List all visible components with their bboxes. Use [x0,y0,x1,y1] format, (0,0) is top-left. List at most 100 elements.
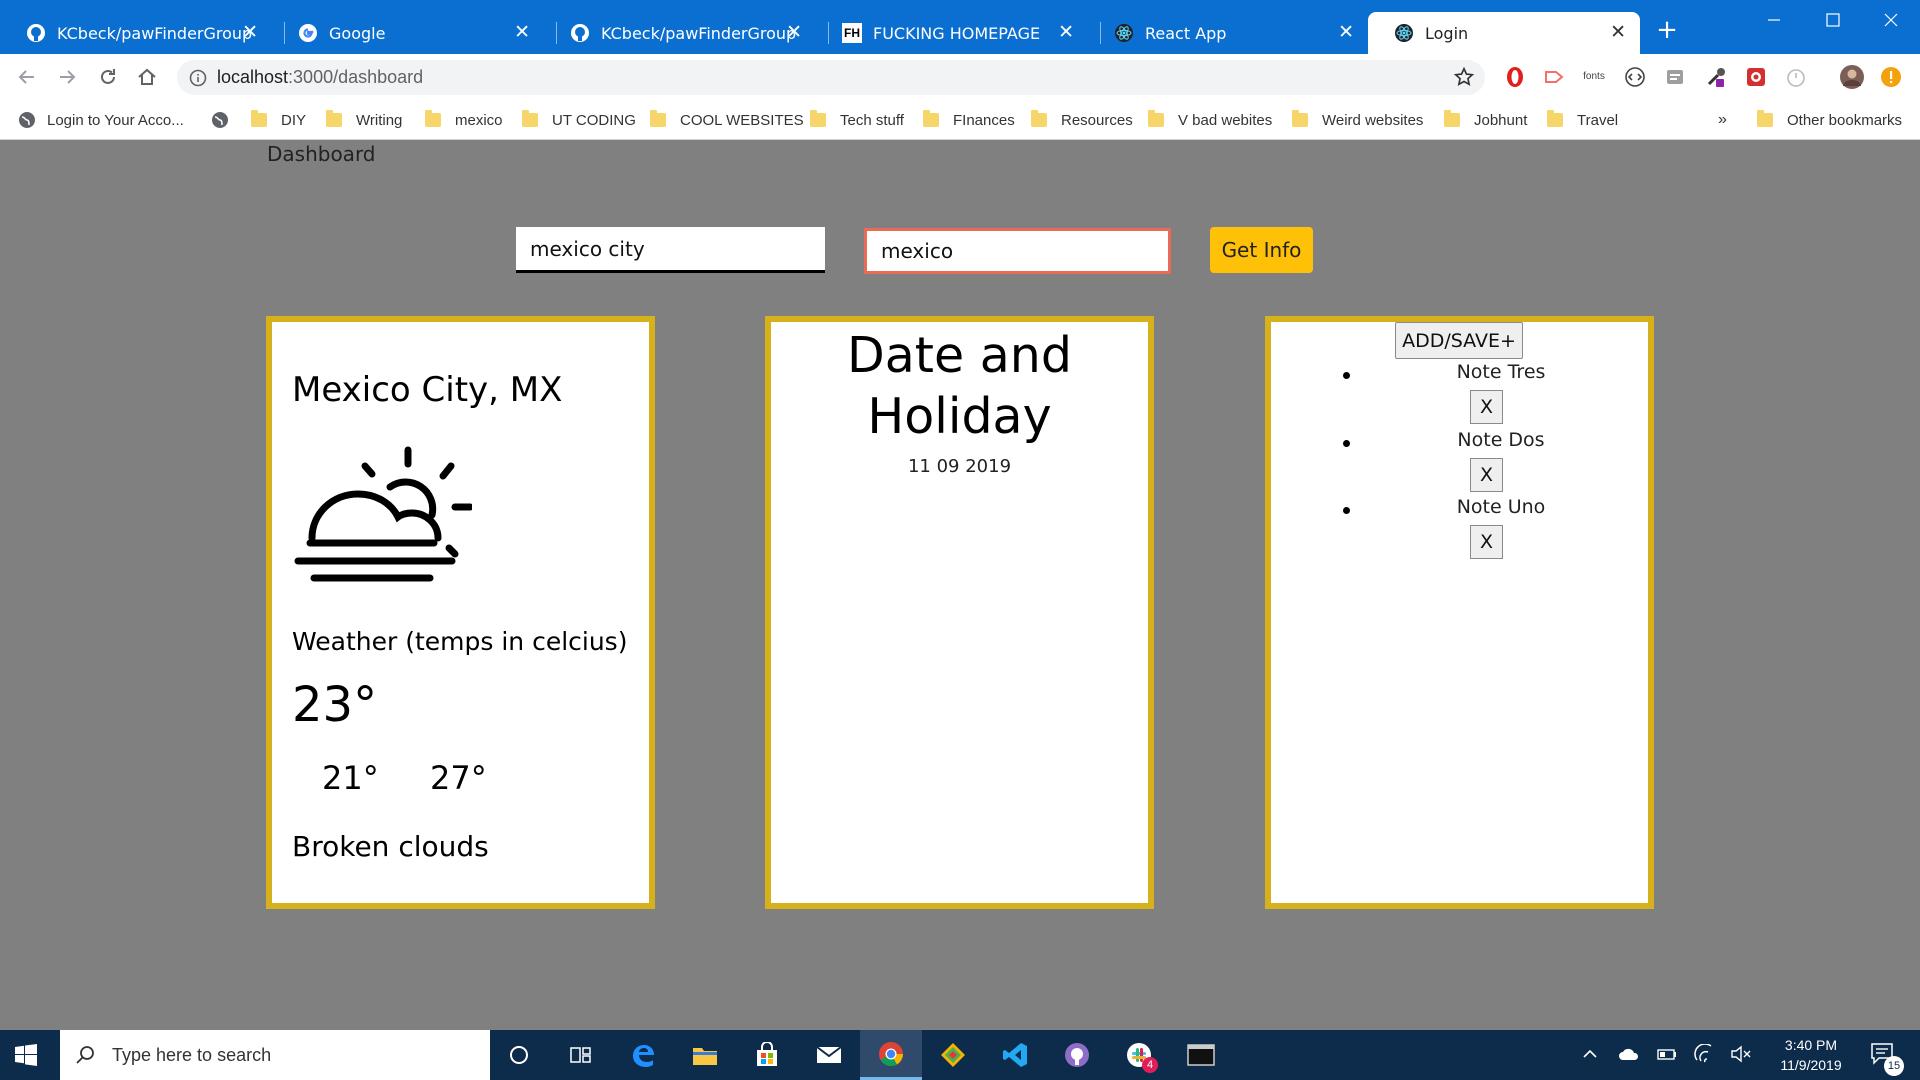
folder-icon [425,110,441,127]
battery-icon[interactable] [1656,1044,1678,1064]
notification-count-badge: 15 [1884,1056,1904,1076]
bookmark-label: V bad webites [1178,111,1273,129]
tab-close-icon[interactable]: ✕ [1338,22,1354,42]
new-tab-button[interactable]: + [1655,17,1679,43]
bookmark-folder-weird-websites[interactable]: Weird websites [1292,109,1423,131]
opera-extension-icon[interactable] [1504,66,1526,88]
git-diamond-icon [941,1043,965,1067]
tab-fucking-homepage[interactable]: FH FUCKING HOMEPAGE ✕ [816,12,1088,54]
list-item: Note Dos X [1271,429,1648,497]
tab-title: FUCKING HOMEPAGE [873,23,1041,43]
bookmarks-overflow-chevron-icon[interactable]: » [1718,109,1727,131]
maximize-icon[interactable] [1821,8,1845,32]
home-icon[interactable] [135,65,159,89]
note-text: Note Dos [1457,429,1545,451]
delete-note-button[interactable]: X [1470,525,1503,559]
taskbar-store[interactable] [736,1030,798,1080]
address-bar[interactable]: localhost:3000/dashboard [177,60,1485,95]
minimize-icon[interactable] [1762,8,1786,32]
date-holiday-title: Date and Holiday [847,327,1072,445]
bookmark-folder-finances[interactable]: FInances [923,109,1015,131]
bookmark-folder-mexico[interactable]: mexico [425,109,503,131]
task-view-button[interactable] [550,1030,612,1080]
info-icon[interactable] [189,69,207,87]
tab-close-icon[interactable]: ✕ [242,22,258,42]
taskbar-github-desktop[interactable] [1046,1030,1108,1080]
volume-muted-icon[interactable] [1730,1044,1752,1064]
bookmark-folder-resources[interactable]: Resources [1031,109,1133,131]
tab-close-icon[interactable]: ✕ [1610,22,1626,42]
folder-icon [1148,110,1164,127]
tab-google[interactable]: Google ✕ [272,12,544,54]
tab-pawfindergroup-1[interactable]: KCbeck/pawFinderGroup ✕ [0,12,272,54]
tab-title: Google [329,23,386,43]
taskbar-chrome[interactable] [860,1030,922,1080]
folder-icon [923,110,939,127]
close-window-icon[interactable] [1879,8,1903,32]
system-clock[interactable]: 3:40 PM 11/9/2019 [1766,1035,1856,1075]
onedrive-cloud-icon[interactable] [1618,1044,1640,1064]
profile-avatar[interactable] [1840,65,1864,89]
tab-close-icon[interactable]: ✕ [514,22,530,42]
bookmark-label: Travel [1577,111,1619,129]
taskbar-file-explorer[interactable] [674,1030,736,1080]
ladybug-extension-icon[interactable] [1745,66,1767,88]
wifi-icon[interactable] [1694,1044,1716,1064]
bookmark-label: COOL WEBSITES [680,111,804,129]
tab-login[interactable]: Login ✕ [1368,12,1640,54]
globe-icon[interactable] [211,111,229,129]
show-hidden-icons-chevron-icon[interactable] [1580,1044,1600,1064]
taskbar-search-box[interactable]: Type here to search [60,1030,490,1080]
timer-extension-icon[interactable] [1785,66,1807,88]
bullet-icon [1343,372,1350,379]
taskbar-edge[interactable] [612,1030,674,1080]
bookmark-login[interactable]: Login to Your Acco... [18,109,184,131]
task-view-icon [570,1047,591,1063]
reader-extension-icon[interactable] [1664,66,1686,88]
tab-title: KCbeck/pawFinderGroup [601,23,797,43]
cortana-button[interactable] [488,1030,550,1080]
tab-react-app[interactable]: React App ✕ [1088,12,1368,54]
bookmark-folder-ut-coding[interactable]: UT CODING [522,109,636,131]
cast-extension-icon[interactable] [1543,66,1565,88]
folder-icon [1757,110,1773,127]
bookmark-folder-jobhunt[interactable]: Jobhunt [1444,109,1527,131]
url-text[interactable]: localhost:3000/dashboard [217,67,423,88]
taskbar-vscode[interactable] [984,1030,1046,1080]
get-info-button[interactable]: Get Info [1210,227,1313,273]
taskbar-mail[interactable] [798,1030,860,1080]
tab-close-icon[interactable]: ✕ [786,22,802,42]
bookmark-folder-cool-websites[interactable]: COOL WEBSITES [650,109,804,131]
bookmark-label: Resources [1061,111,1133,129]
list-item: Note Tres X [1271,361,1648,429]
update-alert-icon[interactable] [1880,66,1902,88]
taskbar-slack[interactable]: 4 [1108,1030,1170,1080]
bookmark-folder-v-bad-webites[interactable]: V bad webites [1148,109,1272,131]
bookmark-folder-writing[interactable]: Writing [326,109,402,131]
fonts-extension-icon[interactable]: fonts [1583,66,1605,88]
bookmark-folder-travel[interactable]: Travel [1547,109,1618,131]
terminal-icon [1187,1044,1215,1066]
taskbar-git-app[interactable] [922,1030,984,1080]
delete-note-button[interactable]: X [1470,390,1503,424]
windows-start-icon[interactable] [14,1043,38,1067]
eyedropper-extension-icon[interactable] [1705,66,1727,88]
code-extension-icon[interactable] [1624,66,1646,88]
action-center-button[interactable]: 15 [1866,1040,1906,1076]
bookmark-folder-tech-stuff[interactable]: Tech stuff [810,109,904,131]
note-text: Note Uno [1456,496,1546,518]
taskbar-terminal[interactable] [1170,1030,1232,1080]
forward-arrow-icon[interactable] [55,65,79,89]
tab-close-icon[interactable]: ✕ [1058,22,1074,42]
city-input[interactable] [516,227,825,273]
bookmark-star-icon[interactable] [1453,66,1475,88]
country-input[interactable] [864,228,1171,274]
back-arrow-icon[interactable] [15,65,39,89]
tab-pawfindergroup-2[interactable]: KCbeck/pawFinderGroup ✕ [544,12,816,54]
bookmark-folder-diy[interactable]: DIY [251,109,306,131]
tab-title: Login [1425,23,1469,43]
add-save-note-button[interactable]: ADD/SAVE+ [1395,322,1523,359]
bookmark-folder-other[interactable]: Other bookmarks [1757,109,1902,131]
reload-icon[interactable] [96,65,120,89]
delete-note-button[interactable]: X [1470,458,1503,492]
